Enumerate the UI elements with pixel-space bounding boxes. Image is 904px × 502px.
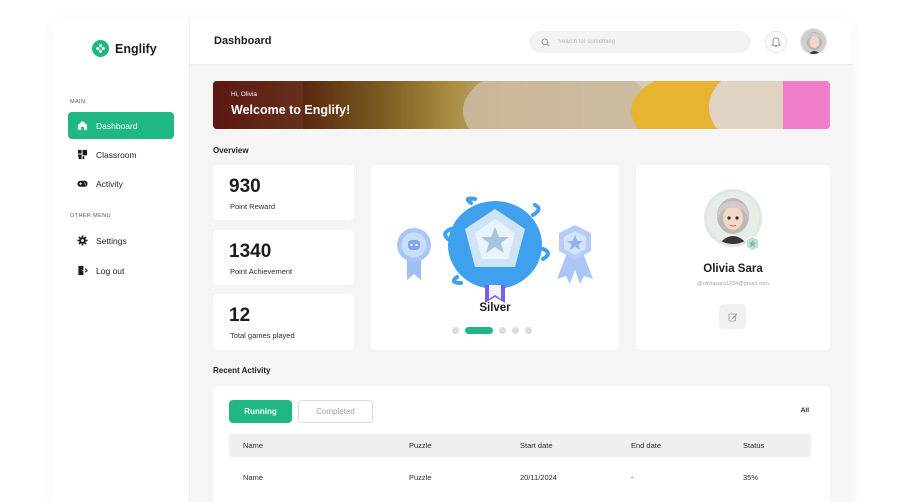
profile-card: Olivia Sara @oliviasara1234@gmail.com: [636, 165, 830, 350]
stat-label: Point Reward: [230, 202, 276, 211]
gamepad-icon: [77, 180, 88, 187]
recent-activity-card: Running Completed All Name Puzzle Start …: [213, 386, 830, 502]
bronze-badge-icon: [397, 228, 431, 280]
home-icon: [77, 120, 88, 131]
user-avatar[interactable]: [800, 28, 827, 55]
column-header-end-date: End date: [631, 441, 662, 450]
badge-carousel-illustration: [397, 196, 593, 303]
search-icon: [541, 37, 550, 46]
profile-name: Olivia Sara: [703, 263, 763, 275]
top-header: Dashboard: [190, 18, 852, 65]
column-header-name: Name: [243, 441, 264, 450]
recent-activity-label: Recent Activity: [213, 366, 271, 375]
edit-icon: [728, 313, 737, 321]
badge-carousel-dots: [452, 327, 532, 334]
sidebar-item-label: Log out: [96, 265, 125, 276]
sidebar-item-activity[interactable]: Activity: [68, 170, 174, 197]
all-filter-link[interactable]: All: [801, 407, 809, 414]
cell-status: 35%: [743, 473, 759, 482]
verified-badge-icon: [745, 236, 760, 251]
sidebar-item-logout[interactable]: Log out: [68, 257, 174, 284]
edit-profile-button[interactable]: [719, 304, 746, 329]
search-bar[interactable]: [529, 31, 751, 53]
table-header: Name Puzzle Start date End date Status: [229, 434, 811, 457]
main-menu-label: MAIN: [70, 99, 86, 105]
sidebar-item-dashboard[interactable]: Dashboard: [68, 112, 174, 139]
sidebar-item-label: Classroom: [96, 149, 137, 160]
stat-label: Point Achievement: [230, 267, 293, 276]
silver-badge-icon: [443, 196, 550, 303]
column-header-status: Status: [743, 441, 765, 450]
sidebar-item-label: Dashboard: [96, 120, 138, 131]
stat-value: 1340: [229, 241, 272, 262]
badge-card: Silver: [371, 165, 619, 350]
search-input[interactable]: [558, 39, 718, 45]
carousel-dot[interactable]: [512, 327, 519, 334]
gear-icon: [77, 235, 88, 246]
page-title: Dashboard: [214, 35, 272, 47]
classroom-icon: [77, 149, 88, 160]
stat-label: Total games played: [230, 331, 295, 340]
other-menu-label: OTHER MENU: [70, 213, 111, 219]
stat-card-point-reward: 930 Point Reward: [213, 165, 354, 220]
banner-greeting: Hi, Olivia: [231, 91, 258, 98]
brand[interactable]: Englify: [92, 40, 157, 57]
sidebar-item-label: Activity: [96, 178, 123, 189]
cell-end-date: -: [631, 473, 634, 482]
column-header-start-date: Start date: [520, 441, 553, 450]
stat-card-point-achievement: 1340 Point Achievement: [213, 230, 354, 285]
badge-name: Silver: [479, 302, 511, 314]
sidebar: Englify MAIN Dashboard Classroom Activit…: [52, 18, 190, 502]
carousel-dot[interactable]: [452, 327, 459, 334]
notification-button[interactable]: [765, 31, 787, 53]
bell-icon: [771, 37, 781, 47]
tab-completed[interactable]: Completed: [298, 400, 373, 423]
cell-start-date: 20/11/2024: [520, 473, 557, 482]
banner-title: Welcome to Englify!: [231, 103, 351, 117]
carousel-dot[interactable]: [499, 327, 506, 334]
welcome-banner: Hi, Olivia Welcome to Englify!: [213, 81, 830, 129]
englify-logo-icon: [92, 40, 109, 57]
cell-puzzle: Puzzle: [409, 473, 432, 482]
tab-running[interactable]: Running: [229, 400, 292, 423]
brand-name: Englify: [115, 41, 157, 56]
carousel-dot[interactable]: [525, 327, 532, 334]
sidebar-item-classroom[interactable]: Classroom: [68, 141, 174, 168]
logout-icon: [78, 265, 88, 276]
overview-label: Overview: [213, 146, 249, 155]
table-row[interactable]: Name Puzzle 20/11/2024 - 35%: [229, 466, 811, 489]
app-window: Englify MAIN Dashboard Classroom Activit…: [52, 18, 852, 502]
profile-email: @oliviasara1234@gmail.com: [697, 281, 769, 287]
cell-name: Name: [243, 473, 264, 482]
column-header-puzzle: Puzzle: [409, 441, 432, 450]
stat-value: 930: [229, 176, 261, 197]
gold-badge-icon: [557, 225, 593, 284]
carousel-dot-active[interactable]: [465, 327, 493, 334]
sidebar-item-label: Settings: [96, 235, 127, 246]
sidebar-item-settings[interactable]: Settings: [68, 227, 174, 254]
stat-card-total-games: 12 Total games played: [213, 294, 354, 350]
stat-value: 12: [229, 305, 251, 326]
